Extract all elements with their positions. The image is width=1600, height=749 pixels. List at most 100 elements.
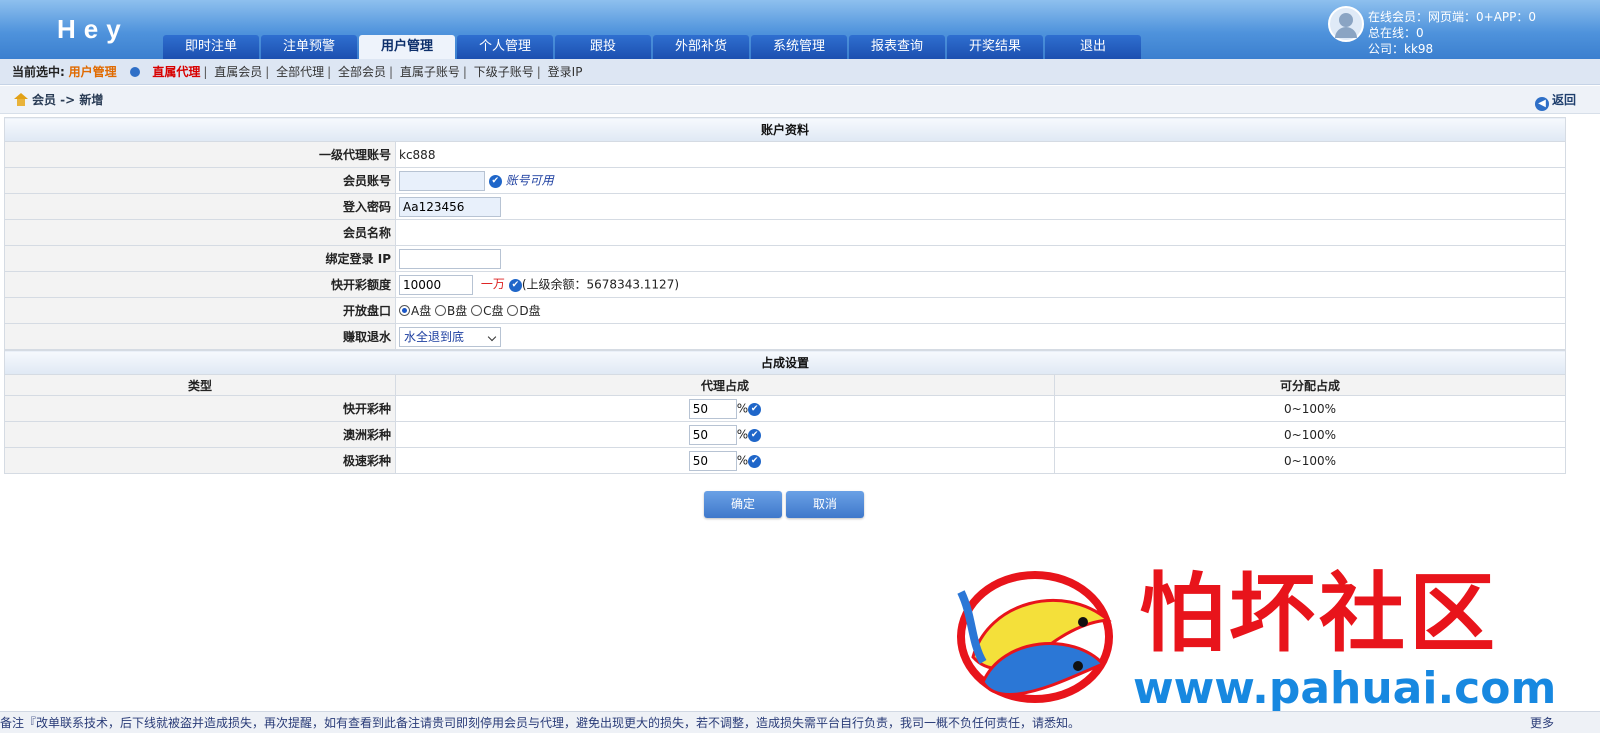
bind-ip-label: 绑定登录 IP: [4, 245, 396, 272]
back-button[interactable]: ◀ 返回: [1534, 86, 1576, 114]
page-path: 会员 -> 新增: [32, 93, 104, 107]
user-avatar-icon: [1328, 6, 1364, 42]
nav-tab-personal[interactable]: 个人管理: [457, 35, 553, 59]
check-icon: ✔: [748, 429, 762, 442]
table-row: 极速彩种 %✔ 0~100%: [4, 447, 1566, 474]
footer-notice: 备注『改单联系技术，后下线就被盗并造成损失，再次提醒，如有查看到此备注请贵司即刻…: [0, 716, 1081, 730]
nav-tab-instant-bets[interactable]: 即时注单: [163, 35, 259, 59]
form-buttons: 确定 取消: [704, 491, 864, 518]
member-name-label: 会员名称: [4, 219, 396, 246]
radio-pan-d[interactable]: [507, 305, 519, 316]
online-info: 在线会员：网页端：0+APP：0 总在线：0 公司：kk98: [1368, 9, 1536, 57]
account-table: 账户资料 一级代理账号 kc888 会员账号 ✔ 账号可用 登入密码 会员名称: [4, 117, 1566, 350]
subnav-login-ip[interactable]: 登录IP: [548, 65, 583, 79]
agent-account-value: kc888: [395, 141, 1566, 168]
nav-tab-reports[interactable]: 报表查询: [849, 35, 945, 59]
app-root: Hey 即时注单 注单预警 用户管理 个人管理 跟投 外部补货 系统管理 报表查…: [0, 0, 1600, 749]
percent-sign: %: [736, 401, 749, 415]
radio-pan-a[interactable]: [399, 305, 410, 316]
total-online: 总在线：0: [1368, 26, 1424, 40]
bind-ip-input[interactable]: [399, 248, 501, 269]
share-range: 0~100%: [1054, 395, 1566, 422]
cancel-button[interactable]: 取消: [786, 491, 864, 518]
radio-pan-b[interactable]: [435, 305, 447, 316]
pan-d-label: D盘: [519, 304, 541, 318]
nav-tab-bet-warning[interactable]: 注单预警: [261, 35, 357, 59]
rebate-label: 赚取退水: [4, 323, 396, 350]
password-label: 登入密码: [4, 193, 396, 220]
pan-options: A盘 B盘 C盘 D盘: [395, 297, 1566, 324]
path-bar: 会员 -> 新增 ◀ 返回: [0, 86, 1600, 114]
company-name: 公司：kk98: [1368, 42, 1434, 56]
password-input[interactable]: [399, 196, 501, 217]
current-selection-label: 当前选中:: [12, 65, 65, 79]
pan-c-label: C盘: [483, 304, 504, 318]
share-range: 0~100%: [1054, 447, 1566, 474]
nav-tab-system[interactable]: 系统管理: [751, 35, 847, 59]
share-table: 占成设置 类型 代理占成 可分配占成 快开彩种 %✔ 0~100% 澳洲彩种 %…: [4, 350, 1566, 474]
rebate-select[interactable]: 水全退到底: [399, 326, 501, 347]
check-icon: ✔: [748, 455, 762, 468]
more-link[interactable]: 更多: [1523, 712, 1554, 733]
top-header: Hey 即时注单 注单预警 用户管理 个人管理 跟投 外部补货 系统管理 报表查…: [0, 0, 1600, 59]
back-label: 返回: [1551, 93, 1576, 107]
account-section-title: 账户资料: [4, 117, 1566, 142]
agent-account-label: 一级代理账号: [4, 141, 396, 168]
col-agent-share: 代理占成: [395, 374, 1055, 396]
pan-b-label: B盘: [447, 304, 468, 318]
member-account-input[interactable]: [399, 170, 485, 191]
check-icon: ✔: [508, 279, 522, 292]
nav-tab-external-restock[interactable]: 外部补货: [653, 35, 749, 59]
share-input[interactable]: [688, 424, 737, 445]
subnav-all-members[interactable]: 全部会员: [338, 65, 386, 79]
table-row: 澳洲彩种 %✔ 0~100%: [4, 421, 1566, 448]
watermark: 怕坏社区 www.pahuai.com: [943, 562, 1583, 712]
subnav-direct-member[interactable]: 直属会员: [214, 65, 262, 79]
nav-tab-follow-bet[interactable]: 跟投: [555, 35, 651, 59]
member-name-input[interactable]: [399, 222, 501, 243]
check-icon: ✔: [748, 403, 762, 416]
share-range: 0~100%: [1054, 421, 1566, 448]
quota-unit: 一万: [480, 277, 505, 291]
share-input[interactable]: [688, 450, 737, 471]
subnav-direct-agent[interactable]: 直属代理: [152, 65, 200, 79]
pan-a-label: A盘: [411, 304, 432, 318]
share-type: 澳洲彩种: [4, 421, 396, 448]
quota-balance: (上级余额：5678343.1127): [521, 277, 680, 291]
watermark-text: 怕坏社区: [1139, 564, 1499, 664]
share-input[interactable]: [688, 398, 737, 419]
app-logo: Hey: [57, 14, 129, 44]
form-panel: 账户资料 一级代理账号 kc888 会员账号 ✔ 账号可用 登入密码 会员名称: [4, 117, 1566, 474]
current-module: 用户管理: [68, 65, 117, 79]
quota-input[interactable]: [399, 274, 473, 295]
confirm-button[interactable]: 确定: [704, 491, 782, 518]
table-row: 快开彩种 %✔ 0~100%: [4, 395, 1566, 422]
percent-sign: %: [736, 453, 749, 467]
fish-logo-icon: [957, 571, 1113, 703]
nav-tab-draw-results[interactable]: 开奖结果: [947, 35, 1043, 59]
col-type: 类型: [4, 374, 396, 396]
watermark-url: www.pahuai.com: [1133, 663, 1557, 714]
back-arrow-icon: ◀: [1534, 97, 1549, 111]
share-type: 快开彩种: [4, 395, 396, 422]
share-type: 极速彩种: [4, 447, 396, 474]
pan-label: 开放盘口: [4, 297, 396, 324]
home-icon: [14, 93, 28, 106]
sub-nav: 当前选中: 用户管理 直属代理 | 直属会员 | 全部代理 | 全部会员 | 直属子账号…: [0, 59, 1600, 85]
nav-tab-user-management[interactable]: 用户管理: [359, 35, 455, 59]
footer-notice-bar: 备注『改单联系技术，后下线就被盗并造成损失，再次提醒，如有查看到此备注请贵司即刻…: [0, 711, 1600, 733]
subnav-lower-subaccount[interactable]: 下级子账号: [474, 65, 534, 79]
col-available-share: 可分配占成: [1054, 374, 1566, 396]
radio-pan-c[interactable]: [471, 305, 483, 316]
member-account-status: 账号可用: [505, 173, 554, 187]
check-icon: ✔: [488, 175, 502, 188]
subnav-all-agents[interactable]: 全部代理: [276, 65, 324, 79]
quota-label: 快开彩额度: [4, 271, 396, 298]
bullet-icon: [130, 67, 141, 77]
subnav-direct-subaccount[interactable]: 直属子账号: [400, 65, 460, 79]
member-account-label: 会员账号: [4, 167, 396, 194]
percent-sign: %: [736, 427, 749, 441]
main-nav: 即时注单 注单预警 用户管理 个人管理 跟投 外部补货 系统管理 报表查询 开奖…: [163, 35, 1143, 59]
nav-tab-logout[interactable]: 退出: [1045, 35, 1141, 59]
online-members: 在线会员：网页端：0+APP：0: [1368, 10, 1537, 24]
